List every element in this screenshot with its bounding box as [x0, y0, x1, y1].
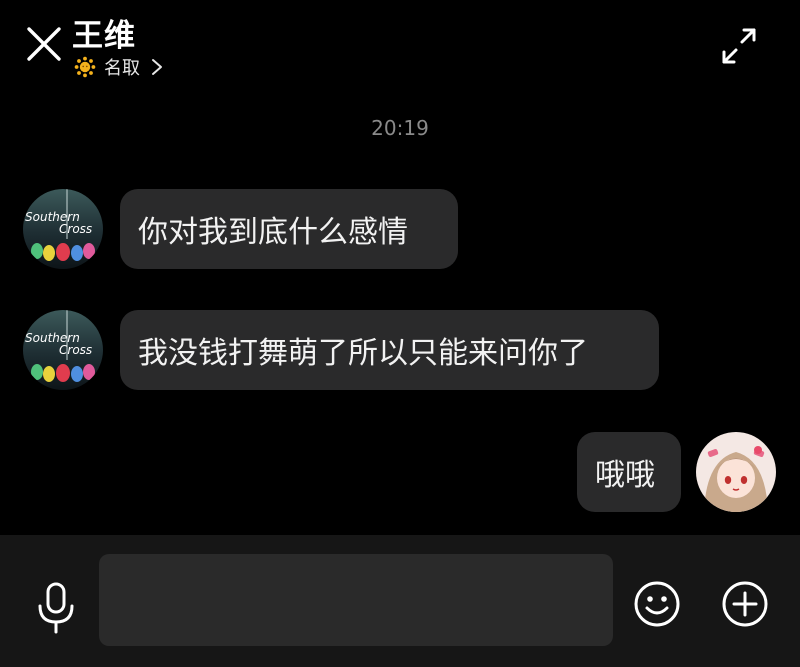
contact-avatar[interactable]: Southern Cross	[23, 189, 103, 269]
microphone-icon	[38, 582, 74, 634]
more-options-button[interactable]	[721, 580, 769, 628]
avatar-image	[696, 432, 776, 512]
subtitle-label: 名取	[104, 58, 140, 79]
expand-button[interactable]	[718, 26, 760, 66]
emoji-button[interactable]	[633, 580, 681, 628]
chat-title: 王维	[72, 18, 136, 54]
message-text: 哦哦	[595, 458, 655, 493]
avatar-image: Southern Cross	[23, 310, 103, 390]
chevron-right-icon	[152, 59, 162, 75]
plus-icon	[722, 581, 768, 627]
chat-screen: 王维 名取 20:19 Southern Cross 你对我到底什么感情 Sou…	[0, 0, 800, 667]
input-bar	[0, 535, 800, 667]
self-avatar[interactable]	[696, 432, 776, 512]
contact-avatar[interactable]: Southern Cross	[23, 310, 103, 390]
close-button[interactable]	[22, 22, 66, 66]
message-bubble-received[interactable]: 我没钱打舞萌了所以只能来问你了	[120, 310, 659, 390]
message-bubble-sent[interactable]: 哦哦	[577, 432, 681, 512]
expand-icon	[722, 28, 756, 64]
message-text: 你对我到底什么感情	[138, 215, 408, 250]
sun-icon	[74, 56, 96, 78]
emoji-icon	[634, 581, 680, 627]
voice-button[interactable]	[34, 580, 78, 636]
avatar-text-line2: Cross	[59, 343, 92, 357]
message-input[interactable]	[99, 554, 613, 646]
avatar-text-line2: Cross	[59, 222, 92, 236]
close-icon	[27, 27, 61, 61]
message-timestamp: 20:19	[371, 116, 429, 140]
contact-status-link[interactable]: 名取	[74, 54, 164, 80]
avatar-image: Southern Cross	[23, 189, 103, 269]
message-text: 我没钱打舞萌了所以只能来问你了	[138, 336, 588, 371]
message-bubble-received[interactable]: 你对我到底什么感情	[120, 189, 458, 269]
